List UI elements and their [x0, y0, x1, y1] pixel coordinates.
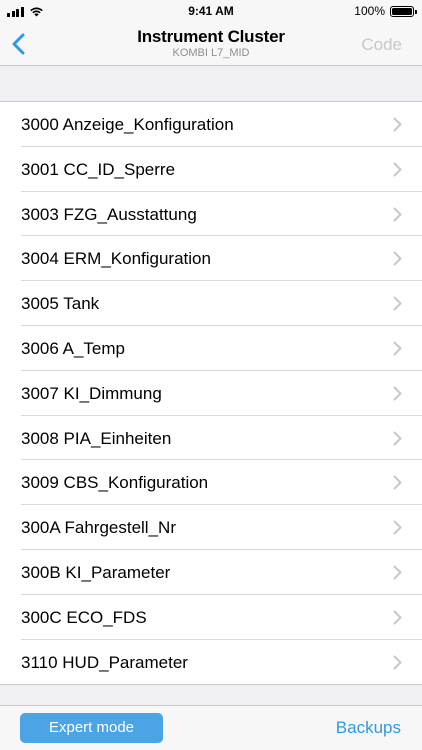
list-item-label: 300A Fahrgestell_Nr: [21, 518, 176, 538]
list-item-label: 3001 CC_ID_Sperre: [21, 159, 176, 179]
list-item-label: 3000 Anzeige_Konfiguration: [21, 115, 234, 134]
status-right: 100%: [354, 4, 417, 18]
list-item-label: 3009 CBS_Konfiguration: [21, 473, 209, 493]
page-title: Instrument Cluster: [137, 27, 285, 46]
list-item[interactable]: 3005 Tank: [0, 281, 422, 326]
list-item-label: 3003 FZG_Ausstattung: [21, 204, 197, 224]
list-item[interactable]: 3003 FZG_Ausstattung: [0, 192, 422, 237]
list-item[interactable]: 3007 KI_Dimmung: [0, 371, 422, 416]
chevron-right-icon: [393, 610, 402, 625]
chevron-right-icon: [393, 162, 402, 177]
list-item[interactable]: 3001 CC_ID_Sperre: [0, 147, 422, 192]
chevron-right-icon: [393, 475, 402, 490]
list-item[interactable]: 3009 CBS_Konfiguration: [0, 460, 422, 506]
list-item-label: 3007 KI_Dimmung: [21, 383, 162, 403]
bottom-toolbar: Expert mode Backups: [0, 705, 422, 750]
list-item-label: 300B KI_Parameter: [21, 562, 171, 582]
list-item[interactable]: 300A Fahrgestell_Nr: [0, 505, 422, 550]
list-item[interactable]: 3110 HUD_Parameter: [0, 640, 422, 685]
chevron-right-icon: [393, 341, 402, 356]
page-subtitle: KOMBI L7_MID: [172, 47, 250, 59]
navigation-bar: Instrument Cluster KOMBI L7_MID Code: [0, 22, 422, 66]
chevron-right-icon: [393, 565, 402, 580]
chevron-right-icon: [393, 251, 402, 266]
chevron-right-icon: [393, 655, 402, 670]
list-item[interactable]: 300C ECO_FDS: [0, 595, 422, 640]
battery-percent: 100%: [354, 4, 385, 18]
list-item[interactable]: 3000 Anzeige_Konfiguration: [0, 102, 422, 147]
chevron-right-icon: [393, 207, 402, 222]
chevron-right-icon: [393, 386, 402, 401]
status-bar: 9:41 AM 100%: [0, 0, 422, 22]
code-button[interactable]: Code: [361, 35, 402, 55]
list-item-label: 3004 ERM_Konfiguration: [21, 249, 211, 269]
list-item-label: 3008 PIA_Einheiten: [21, 428, 172, 448]
backups-button[interactable]: Backups: [336, 718, 401, 738]
list-item-label: 300C ECO_FDS: [21, 607, 147, 627]
chevron-right-icon: [393, 296, 402, 311]
list-item[interactable]: 300B KI_Parameter: [0, 550, 422, 595]
list-item[interactable]: 3004 ERM_Konfiguration: [0, 236, 422, 282]
coding-list: 3000 Anzeige_Konfiguration 3001 CC_ID_Spe…: [0, 101, 422, 686]
chevron-right-icon: [393, 520, 402, 535]
expert-mode-button[interactable]: Expert mode: [20, 713, 163, 743]
chevron-right-icon: [393, 117, 402, 132]
chevron-right-icon: [393, 431, 402, 446]
list-item[interactable]: 3008 PIA_Einheiten: [0, 416, 422, 461]
list-item-label: 3006 A_Temp: [21, 338, 125, 358]
list-item-label: 3110 HUD_Parameter: [21, 652, 188, 672]
list-item[interactable]: 3006 A_Temp: [0, 326, 422, 371]
battery-icon: [390, 5, 417, 17]
list-item-label: 3005 Tank: [21, 294, 100, 314]
